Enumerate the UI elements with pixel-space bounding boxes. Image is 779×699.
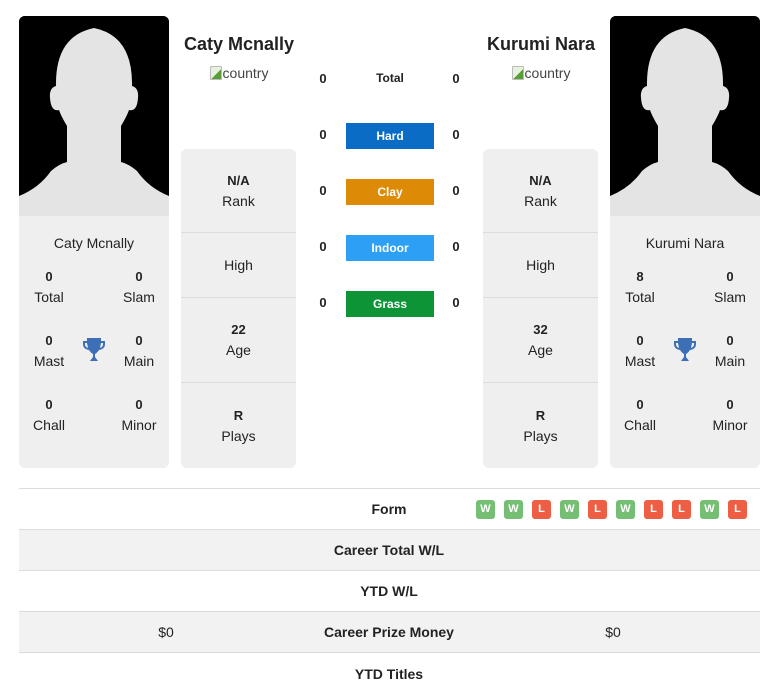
form-loss-badge[interactable]: L: [672, 499, 691, 519]
titles-total: 8 Total: [625, 269, 655, 305]
info-age: 22 Age: [181, 298, 296, 383]
form-win-badge[interactable]: W: [616, 499, 635, 519]
h2h-total: 0 Total 0: [319, 71, 460, 86]
player2-card-name: Kurumi Nara: [645, 235, 725, 251]
form-win-badge[interactable]: W: [700, 499, 719, 519]
titles-slam: 0 Slam: [123, 269, 155, 305]
info-rank: N/A Rank: [181, 149, 296, 233]
trophy-icon: [674, 338, 696, 361]
h2h-hard: 0 Hard 0: [310, 123, 470, 151]
broken-image-icon: [209, 66, 222, 80]
surface-hard-badge: Hard: [346, 123, 434, 149]
info-rank: N/A Rank: [483, 149, 598, 233]
form-loss-badge[interactable]: L: [644, 499, 663, 519]
player1-header: Caty Mcnally country: [174, 34, 304, 85]
form-badges: WWLWLWLLWL: [476, 499, 747, 519]
titles-minor: 0 Minor: [121, 397, 157, 433]
player2-photo: [610, 16, 760, 216]
titles-mast: 0 Mast: [33, 333, 65, 369]
avatar-silhouette-icon: [19, 16, 169, 216]
player1-info: N/A Rank High 22 Age R Plays: [181, 149, 296, 468]
row-career-wl: Career Total W/L: [19, 530, 760, 571]
titles-minor: 0 Minor: [712, 397, 748, 433]
player1-prize: $0: [158, 624, 174, 640]
form-win-badge[interactable]: W: [504, 499, 523, 519]
player1-card: Caty Mcnally 0 Total 0 Slam 0 Mast 0 Main 0C…: [19, 16, 169, 468]
surface-clay-badge: Clay: [346, 179, 434, 205]
titles-slam: 0 Slam: [714, 269, 746, 305]
row-prize-money: $0 Career Prize Money $0: [19, 612, 760, 653]
player2-info: N/A Rank High 32 Age R Plays: [483, 149, 598, 468]
trophy-icon: [83, 338, 105, 361]
player2-country-flag: country: [511, 65, 570, 81]
player1-card-name: Caty Mcnally: [53, 235, 135, 251]
info-plays: R Plays: [523, 407, 558, 444]
surface-indoor-badge: Indoor: [346, 235, 434, 261]
player1-titles: 0 Total 0 Slam 0 Mast 0 Main 0 Chall 0 Minor: [19, 267, 169, 457]
titles-total: 0 Total: [34, 269, 64, 305]
titles-main: 0 Main: [123, 333, 155, 369]
titles-chall: 0 Chall: [624, 397, 656, 433]
player2-name[interactable]: Kurumi Nara: [476, 34, 606, 55]
info-plays: R Plays: [221, 407, 256, 444]
titles-main: 0 Main: [714, 333, 746, 369]
player2-titles: 8 Total 0 Slam 0 Mast 0 Main 0 Chall 0 Minor: [610, 267, 760, 457]
avatar-silhouette-icon: [610, 16, 760, 216]
h2h-grass: 0 Grass 0: [310, 291, 470, 319]
player2-prize: $0: [605, 624, 621, 640]
h2h-indoor: 0 Indoor 0: [310, 235, 470, 263]
player1-name[interactable]: Caty Mcnally: [174, 34, 304, 55]
row-form: Form WWLWLWLLWL: [19, 489, 760, 530]
titles-chall: 0 Chall: [33, 397, 65, 433]
titles-mast: 0 Mast: [624, 333, 656, 369]
form-loss-badge[interactable]: L: [532, 499, 551, 519]
player1-photo: [19, 16, 169, 216]
broken-image-icon: [511, 66, 524, 80]
player2-card: Kurumi Nara 8 Total 0 Slam 0 Mast 0 Main 0 Ch…: [610, 16, 760, 468]
player1-country-flag: country: [209, 65, 268, 81]
info-age: 32 Age: [483, 298, 598, 383]
form-loss-badge[interactable]: L: [588, 499, 607, 519]
form-win-badge[interactable]: W: [560, 499, 579, 519]
player2-header: Kurumi Nara country: [476, 34, 606, 85]
row-ytd-titles: YTD Titles: [354, 665, 424, 682]
info-high: High: [181, 233, 296, 298]
row-ytd-wl: YTD W/L: [19, 571, 760, 612]
h2h-clay: 0 Clay 0: [310, 179, 470, 207]
form-win-badge[interactable]: W: [476, 499, 495, 519]
surface-grass-badge: Grass: [346, 291, 434, 317]
info-high: High: [483, 233, 598, 298]
comparison-table: Form WWLWLWLLWL Career Total W/L YTD W/L…: [19, 488, 760, 694]
form-loss-badge[interactable]: L: [728, 499, 747, 519]
